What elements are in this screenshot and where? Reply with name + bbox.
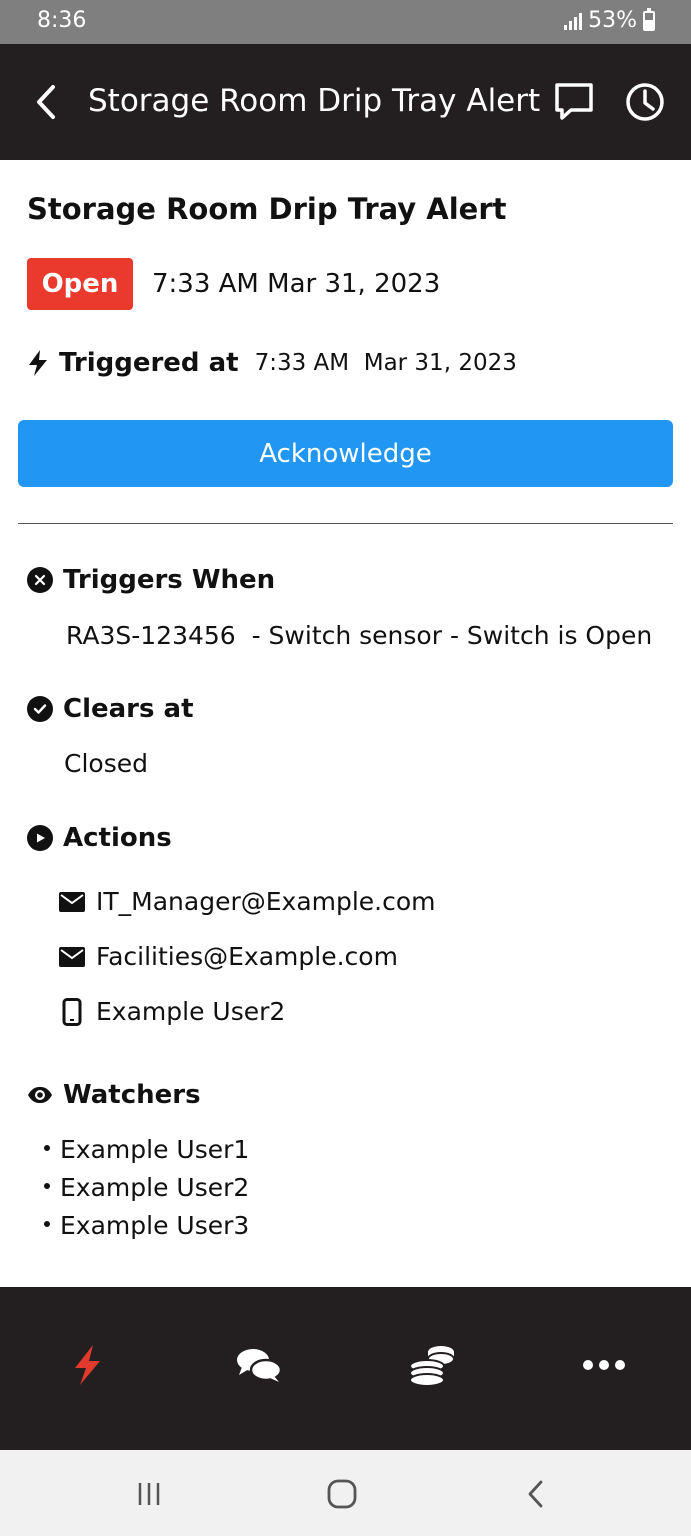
watchers-label: Watchers xyxy=(63,1080,201,1110)
comment-button[interactable] xyxy=(552,80,596,124)
clears-heading: Clears at xyxy=(27,694,194,724)
watcher-item: Example User2 xyxy=(44,1173,249,1202)
battery-percent: 53% xyxy=(588,8,637,33)
lightning-icon xyxy=(29,350,47,376)
actions-label: Actions xyxy=(63,823,172,853)
nav-messages[interactable] xyxy=(229,1335,289,1395)
watcher-name: Example User2 xyxy=(60,1173,250,1202)
envelope-icon xyxy=(59,891,85,912)
back-button[interactable] xyxy=(28,82,64,122)
comment-icon xyxy=(555,83,593,120)
history-button[interactable] xyxy=(622,79,668,125)
nav-data[interactable] xyxy=(402,1335,462,1395)
triggered-row: Triggered at 7:33 AM Mar 31, 2023 xyxy=(27,348,517,378)
clock-icon xyxy=(626,83,664,121)
chevron-left-icon xyxy=(528,1480,543,1508)
acknowledge-button[interactable]: Acknowledge xyxy=(18,420,673,487)
home-icon xyxy=(327,1479,357,1509)
home-button[interactable] xyxy=(322,1476,362,1512)
actions-heading: Actions xyxy=(27,823,172,853)
action-label: IT_Manager@Example.com xyxy=(96,887,436,916)
status-indicators: 53% xyxy=(564,7,655,33)
watcher-item: Example User3 xyxy=(44,1211,249,1240)
triggered-value: 7:33 AM Mar 31, 2023 xyxy=(254,350,517,376)
signal-icon xyxy=(564,12,583,30)
eye-icon xyxy=(28,1087,52,1103)
clears-value: Closed xyxy=(64,749,148,778)
mobile-phone-icon xyxy=(62,997,82,1026)
status-bar: 8:36 53% xyxy=(0,0,691,44)
x-circle-icon xyxy=(27,567,53,593)
system-back-button[interactable] xyxy=(516,1476,556,1512)
watchers-heading: Watchers xyxy=(27,1080,201,1110)
bottom-nav xyxy=(0,1287,691,1450)
chevron-left-icon xyxy=(37,85,55,119)
triggers-heading: Triggers When xyxy=(27,565,275,595)
coins-stack-icon xyxy=(409,1346,455,1387)
lightning-icon xyxy=(75,1345,100,1385)
nav-alerts[interactable] xyxy=(57,1335,117,1395)
triggers-label: Triggers When xyxy=(63,565,276,595)
triggered-label: Triggered at xyxy=(59,348,239,378)
status-time: 7:33 AM Mar 31, 2023 xyxy=(152,269,441,299)
status-time: 8:36 xyxy=(37,8,87,33)
more-dots-icon xyxy=(583,1360,625,1370)
action-label: Facilities@Example.com xyxy=(96,942,398,971)
recent-apps-button[interactable] xyxy=(129,1476,169,1512)
battery-icon xyxy=(643,7,655,31)
watcher-name: Example User1 xyxy=(60,1135,250,1164)
alert-title: Storage Room Drip Tray Alert xyxy=(27,192,507,226)
nav-more[interactable] xyxy=(574,1335,634,1395)
divider xyxy=(18,523,673,524)
triggers-condition: RA3S-123456 - Switch sensor - Switch is … xyxy=(66,621,653,650)
action-item: Facilities@Example.com xyxy=(58,942,398,971)
watcher-item: Example User1 xyxy=(44,1135,249,1164)
status-badge: Open xyxy=(27,258,133,310)
action-label: Example User2 xyxy=(96,997,286,1026)
app-bar-title: Storage Room Drip Tray Alert xyxy=(88,83,541,119)
clears-label: Clears at xyxy=(63,694,194,724)
chat-bubbles-icon xyxy=(237,1349,283,1382)
watcher-name: Example User3 xyxy=(60,1211,250,1240)
app-bar: Storage Room Drip Tray Alert xyxy=(0,44,691,160)
action-item: Example User2 xyxy=(58,997,285,1026)
system-nav-bar xyxy=(0,1450,691,1536)
recent-apps-icon xyxy=(138,1483,160,1505)
action-item: IT_Manager@Example.com xyxy=(58,887,436,916)
check-circle-icon xyxy=(27,696,53,722)
envelope-icon xyxy=(59,946,85,967)
play-circle-icon xyxy=(27,825,53,851)
